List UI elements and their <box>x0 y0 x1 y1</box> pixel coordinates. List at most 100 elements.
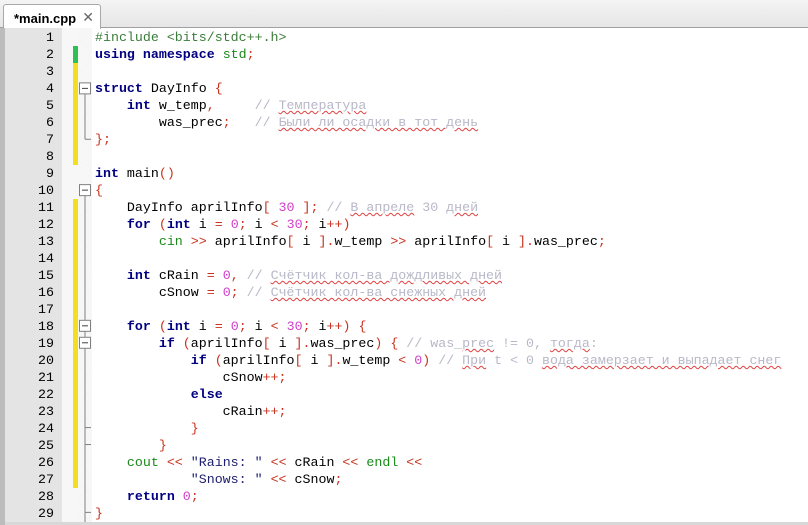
close-tab-icon[interactable]: ✕ <box>82 9 94 26</box>
code-line[interactable]: 4 struct DayInfo { <box>5 80 808 97</box>
code-line[interactable]: 9 int main() <box>5 165 808 182</box>
operator: } <box>158 438 167 453</box>
code-line[interactable]: 24 } <box>5 420 808 437</box>
identifier-std: std <box>222 47 247 62</box>
operator: ; <box>302 319 311 334</box>
operator: ++; <box>262 404 287 419</box>
code-line[interactable]: 7}; <box>5 131 808 148</box>
line-number: 2 <box>46 47 54 62</box>
code-text: if (aprilInfo[ i ].was_prec) { // was_pr… <box>95 335 598 352</box>
code-token: DayInfo <box>142 81 215 96</box>
string: "Snows: " <box>190 472 263 487</box>
code-line[interactable]: 14 <box>5 250 808 267</box>
code-token: aprilInfo <box>406 234 487 249</box>
operator: ; <box>190 489 199 504</box>
operator: ; <box>238 217 247 232</box>
code-text: if (aprilInfo[ i ].w_temp < 0) // При t … <box>95 352 782 369</box>
number: 30 <box>286 319 303 334</box>
operator: ; <box>334 472 343 487</box>
operator: { <box>214 81 223 96</box>
code-line[interactable]: 12 for (int i = 0; i < 30; i++) <box>5 216 808 233</box>
keyword: int <box>126 268 151 283</box>
line-number: 3 <box>46 64 54 79</box>
operator: [ <box>294 353 303 368</box>
code-line[interactable]: 13 cin >> aprilInfo[ i ].w_temp >> april… <box>5 233 808 250</box>
code-line[interactable]: 3 <box>5 63 808 80</box>
code-line[interactable]: 15 int cRain = 0, // Счётчик кол-ва дожд… <box>5 267 808 284</box>
code-token: aprilInfo <box>190 336 263 351</box>
code-token: cSnow <box>95 285 207 300</box>
number: 0 <box>222 285 231 300</box>
code-line[interactable]: 16 cSnow = 0; // Счётчик кол-ва снежных … <box>5 284 808 301</box>
number: 0 <box>222 268 231 283</box>
code-line[interactable]: 11 DayInfo aprilInfo[ 30 ]; // В апреле … <box>5 199 808 216</box>
code-token: cRain <box>286 455 343 470</box>
code-line[interactable]: 8 <box>5 148 808 165</box>
operator: << <box>270 455 287 470</box>
code-line[interactable]: 17 <box>5 301 808 318</box>
code-line[interactable]: 20 if (aprilInfo[ i ].w_temp < 0) // При… <box>5 352 808 369</box>
code-line[interactable]: 28 return 0; <box>5 488 808 505</box>
operator: ; <box>230 285 239 300</box>
code-text: using namespace std; <box>95 46 255 63</box>
comment: // <box>246 268 271 283</box>
operator: , <box>206 98 215 113</box>
line-number: 25 <box>38 438 54 453</box>
code-token: i <box>494 234 519 249</box>
line-number: 1 <box>46 30 54 45</box>
code-token: i <box>270 336 295 351</box>
code-line[interactable]: 27 "Snows: " << cSnow; <box>5 471 808 488</box>
code-line[interactable]: 23 cRain++; <box>5 403 808 420</box>
code-text: int w_temp, // Температура <box>95 97 366 114</box>
fold-markers <box>79 82 91 525</box>
line-number: 6 <box>46 115 54 130</box>
comment-misspelled: Температура <box>278 98 367 113</box>
code-line[interactable]: 18 for (int i = 0; i < 30; i++) { <box>5 318 808 335</box>
code-line[interactable]: 5 int w_temp, // Температура <box>5 97 808 114</box>
code-token: aprilInfo <box>206 234 287 249</box>
code-line[interactable]: 29} <box>5 505 808 522</box>
code-token: aprilInfo <box>222 353 295 368</box>
keyword: int <box>166 319 191 334</box>
code-text: struct DayInfo { <box>95 80 223 97</box>
operator: { <box>358 319 367 334</box>
code-line[interactable]: 2 using namespace std; <box>5 46 808 63</box>
code-text: for (int i = 0; i < 30; i++) <box>95 216 351 233</box>
line-number: 21 <box>38 370 54 385</box>
code-line[interactable]: 19 if (aprilInfo[ i ].was_prec) { // was… <box>5 335 808 352</box>
operator: = <box>214 217 223 232</box>
code-line[interactable]: 26 cout << "Rains: " << cRain << endl << <box>5 454 808 471</box>
code-text: } <box>95 505 103 522</box>
line-number: 24 <box>38 421 54 436</box>
code-line[interactable]: 1 #include <bits/stdc++.h> <box>5 29 808 46</box>
code-line[interactable]: 21 cSnow++; <box>5 369 808 386</box>
operator: ]. <box>326 353 343 368</box>
code-text: cRain++; <box>95 403 287 420</box>
operator: } <box>190 421 199 436</box>
keyword: int <box>126 98 151 113</box>
code-line[interactable]: 25 } <box>5 437 808 454</box>
tab-bar: *main.cpp ✕ <box>0 0 808 29</box>
comment: != 0, <box>494 336 550 351</box>
code-editor[interactable]: 1 #include <bits/stdc++.h> 2 using namespac… <box>5 29 808 522</box>
operator: ++) <box>326 217 351 232</box>
code-line[interactable]: 10 { <box>5 182 808 199</box>
line-number: 8 <box>46 149 54 164</box>
code-line[interactable]: 22 else <box>5 386 808 403</box>
code-text: int main() <box>95 165 175 182</box>
tab-main-cpp[interactable]: *main.cpp ✕ <box>3 4 101 29</box>
number: 0 <box>182 489 191 504</box>
number: 30 <box>286 217 303 232</box>
line-number: 26 <box>38 455 54 470</box>
code-line[interactable]: 6 was_prec; // Были ли осадки в тот день <box>5 114 808 131</box>
